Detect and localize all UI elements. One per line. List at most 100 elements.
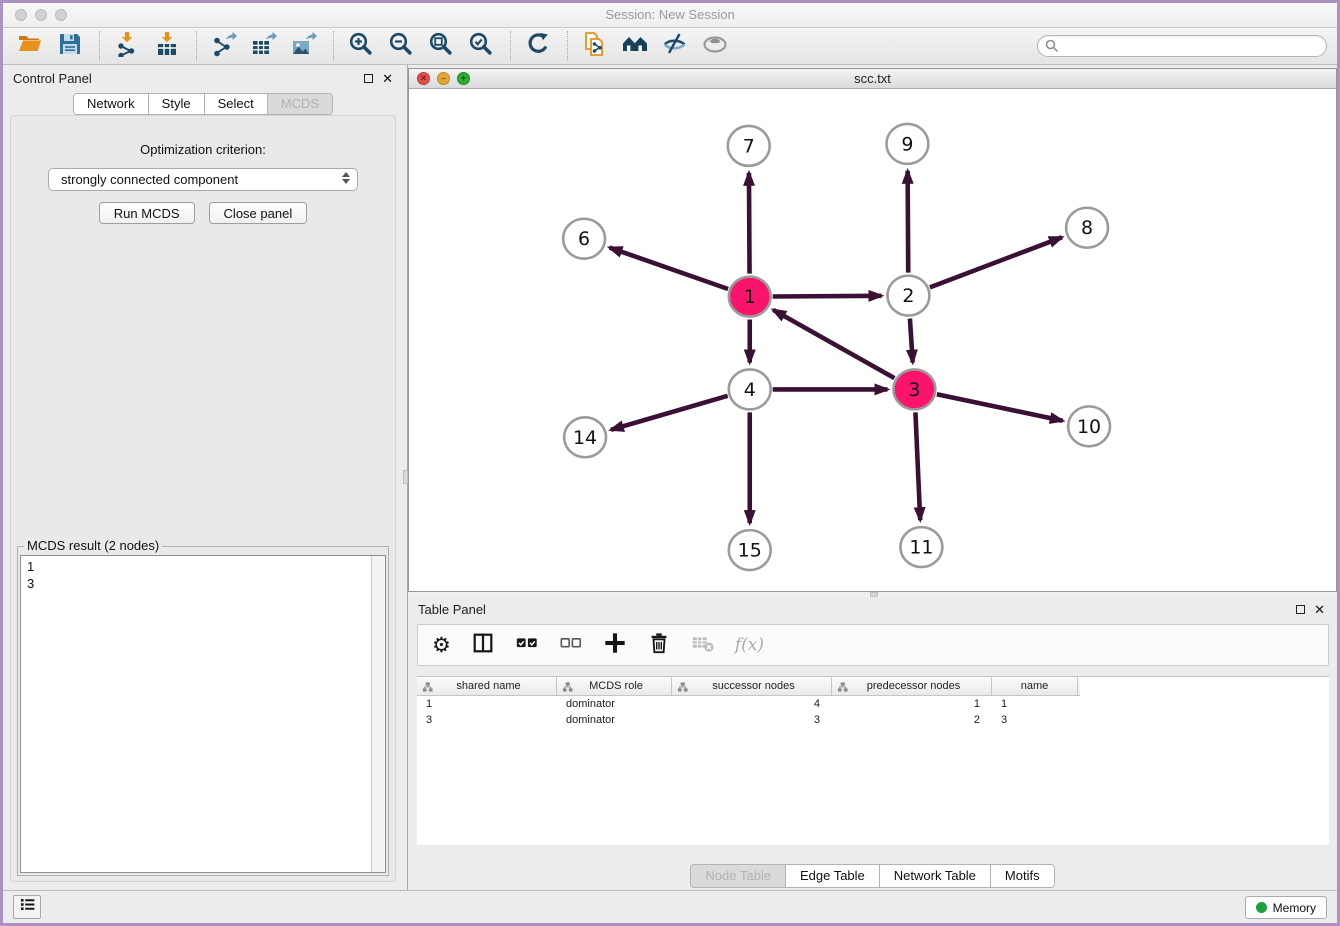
table-cell[interactable]: dominator: [557, 712, 672, 728]
first-neighbors-button[interactable]: [618, 31, 652, 61]
tab-style[interactable]: Style: [148, 93, 205, 115]
table-header-row: shared nameMCDS rolesuccessor nodesprede…: [417, 677, 1080, 696]
refresh-layout-button[interactable]: [521, 31, 555, 61]
node-table: shared nameMCDS rolesuccessor nodesprede…: [417, 676, 1329, 845]
add-column-button[interactable]: [603, 631, 627, 660]
tab-select[interactable]: Select: [204, 93, 268, 115]
save-session-button[interactable]: [53, 31, 87, 61]
zoom-fit-button[interactable]: [424, 31, 458, 61]
toggle-column-panel-button[interactable]: [471, 631, 495, 660]
network-window-title: scc.txt: [409, 71, 1336, 86]
column-header-MCDS-role[interactable]: MCDS role: [557, 677, 672, 695]
optimization-select[interactable]: strongly connected component: [48, 168, 358, 191]
node-label-11: 11: [909, 537, 933, 559]
delete-column-icon: [647, 631, 671, 660]
table-cell[interactable]: 1: [832, 696, 992, 712]
tab-network-table[interactable]: Network Table: [879, 864, 991, 888]
table-settings-gear-button[interactable]: ⚙: [432, 635, 451, 656]
table-cell[interactable]: 1: [417, 696, 557, 712]
table-body: 1dominator4113dominator323: [417, 696, 1329, 728]
table-cell[interactable]: 3: [992, 712, 1078, 728]
import-network-button[interactable]: [110, 31, 144, 61]
node-4[interactable]: 4: [729, 369, 771, 409]
float-panel-icon[interactable]: [364, 74, 373, 83]
table-cell[interactable]: 3: [417, 712, 557, 728]
column-header-shared-name[interactable]: shared name: [417, 677, 557, 695]
column-header-name[interactable]: name: [992, 677, 1078, 695]
node-label-6: 6: [578, 228, 590, 250]
tab-mcds[interactable]: MCDS: [267, 93, 333, 115]
tab-network[interactable]: Network: [73, 93, 149, 115]
zoom-in-button[interactable]: [344, 31, 378, 61]
node-8[interactable]: 8: [1066, 208, 1108, 248]
table-cell[interactable]: dominator: [557, 696, 672, 712]
export-image-button[interactable]: [287, 31, 321, 61]
delete-column-button[interactable]: [647, 631, 671, 660]
show-birds-eye-button[interactable]: [698, 31, 732, 61]
node-7[interactable]: 7: [728, 126, 770, 166]
export-table-button[interactable]: [247, 31, 281, 61]
edge-2-3[interactable]: [910, 319, 913, 363]
edge-3-10[interactable]: [937, 394, 1063, 421]
node-1[interactable]: 1: [729, 277, 771, 317]
unselect-all-columns-button[interactable]: [559, 631, 583, 660]
control-panel: Control Panel ✕ NetworkStyleSelectMCDS O…: [3, 65, 403, 890]
run-mcds-button[interactable]: Run MCDS: [99, 202, 195, 224]
close-panel-icon[interactable]: ✕: [382, 72, 393, 85]
task-history-button[interactable]: [13, 895, 41, 919]
import-table-button[interactable]: [150, 31, 184, 61]
edge-1-7[interactable]: [749, 173, 750, 274]
optimization-criterion-label: Optimization criterion:: [11, 142, 395, 157]
table-row[interactable]: 1dominator411: [417, 696, 1329, 712]
duplicate-network-button[interactable]: [578, 31, 612, 61]
table-cell[interactable]: 1: [992, 696, 1078, 712]
close-panel-button[interactable]: Close panel: [209, 202, 308, 224]
result-scrollbar[interactable]: [371, 556, 385, 872]
zoom-out-button[interactable]: [384, 31, 418, 61]
column-header-predecessor-nodes[interactable]: predecessor nodes: [832, 677, 992, 695]
edge-4-14[interactable]: [611, 396, 728, 430]
export-network-button[interactable]: [207, 31, 241, 61]
edge-3-11[interactable]: [915, 412, 920, 520]
mcds-result-textarea[interactable]: 1 3: [20, 555, 386, 873]
table-row[interactable]: 3dominator323: [417, 712, 1329, 728]
node-2[interactable]: 2: [887, 276, 929, 316]
column-header-successor-nodes[interactable]: successor nodes: [672, 677, 832, 695]
main-titlebar: Session: New Session: [3, 3, 1337, 28]
tab-motifs[interactable]: Motifs: [990, 864, 1055, 888]
node-3[interactable]: 3: [893, 369, 935, 409]
node-9[interactable]: 9: [886, 124, 928, 164]
control-panel-title: Control Panel: [13, 71, 92, 86]
mcds-tab-page: Optimization criterion: strongly connect…: [10, 115, 396, 882]
network-canvas-svg[interactable]: 1 2 3 4 6 7 8 9 10 11 14 15: [409, 89, 1336, 591]
node-15[interactable]: 15: [729, 530, 771, 570]
edge-2-9[interactable]: [908, 171, 909, 273]
network-canvas[interactable]: 1 2 3 4 6 7 8 9 10 11 14 15: [409, 89, 1336, 591]
table-cell[interactable]: 4: [672, 696, 832, 712]
zoom-selected-button[interactable]: [464, 31, 498, 61]
edge-1-2[interactable]: [773, 296, 882, 297]
zoom-fit-icon: [428, 31, 454, 62]
edge-3-1[interactable]: [773, 310, 894, 378]
select-all-columns-button[interactable]: [515, 631, 539, 660]
memory-button[interactable]: Memory: [1245, 896, 1327, 919]
edge-1-6[interactable]: [610, 248, 729, 289]
node-6[interactable]: 6: [563, 219, 605, 259]
zoom-out-icon: [388, 31, 414, 62]
network-window-titlebar[interactable]: ✕ – + scc.txt: [409, 69, 1336, 89]
edge-2-8[interactable]: [930, 237, 1062, 287]
mcds-result-lines: 1 3: [27, 558, 367, 592]
fx-icon: f(x): [735, 635, 764, 655]
node-11[interactable]: 11: [900, 527, 942, 567]
table-cell[interactable]: 2: [832, 712, 992, 728]
node-14[interactable]: 14: [564, 417, 606, 457]
float-table-panel-icon[interactable]: [1296, 605, 1305, 614]
search-input[interactable]: [1037, 35, 1327, 57]
tab-node-table[interactable]: Node Table: [690, 864, 786, 888]
table-cell[interactable]: 3: [672, 712, 832, 728]
node-10[interactable]: 10: [1068, 406, 1110, 446]
close-table-panel-icon[interactable]: ✕: [1314, 603, 1325, 616]
hide-graphics-details-button[interactable]: [658, 31, 692, 61]
tab-edge-table[interactable]: Edge Table: [785, 864, 880, 888]
open-file-button[interactable]: [13, 31, 47, 61]
